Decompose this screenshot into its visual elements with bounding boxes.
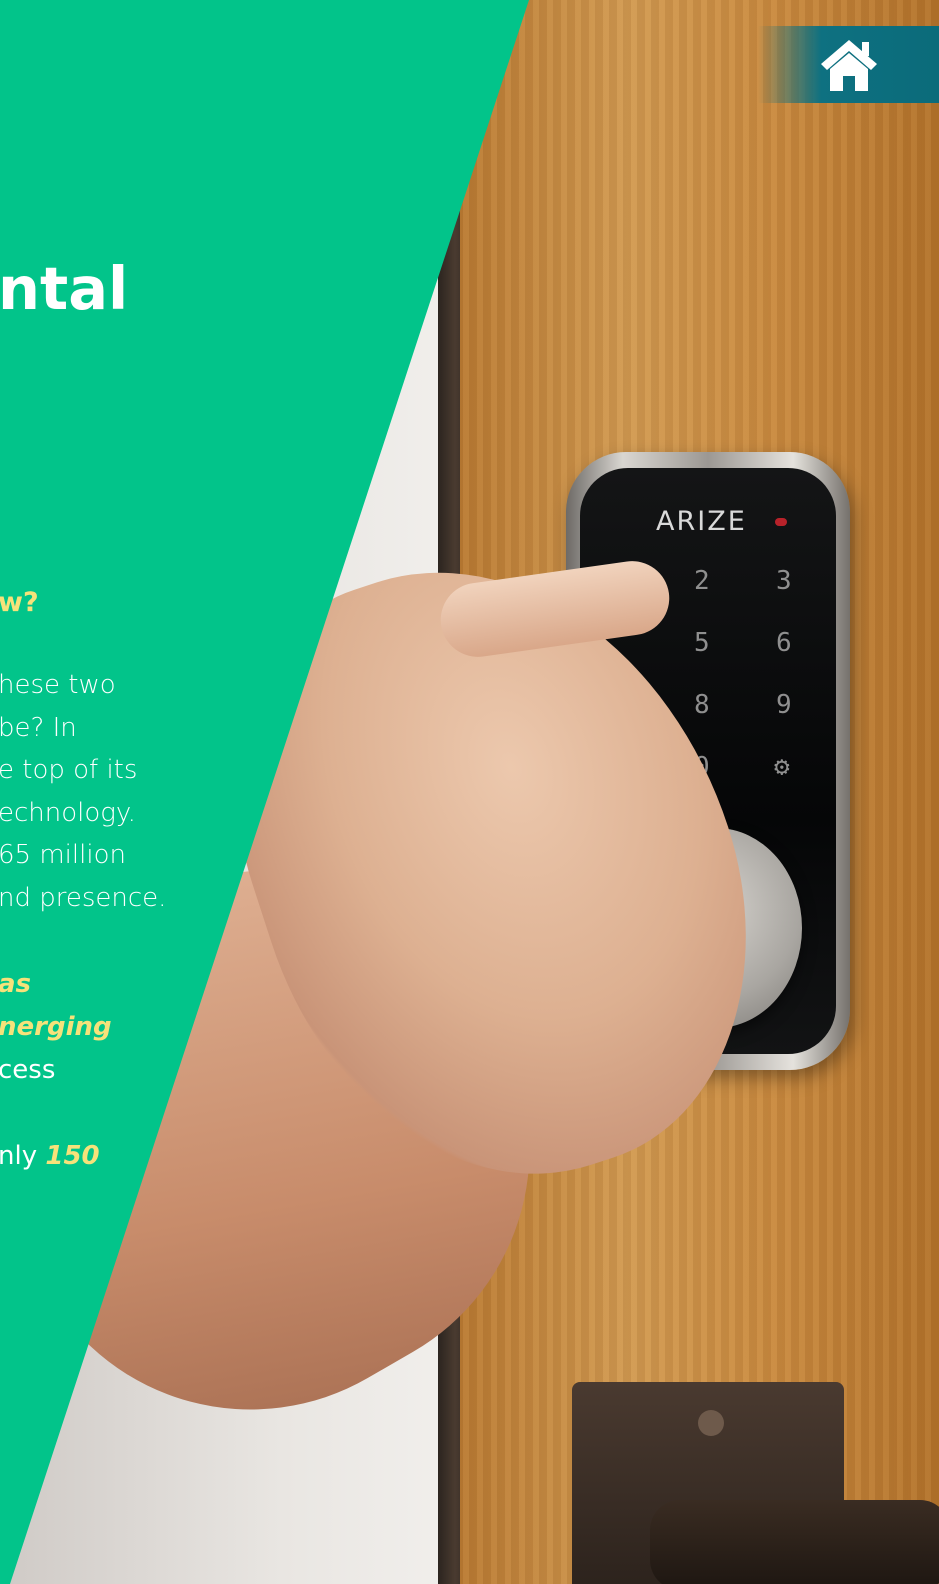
- door-lever: [650, 1500, 939, 1584]
- paragraph-line: e top of its: [0, 755, 138, 785]
- keypad-key: 9: [776, 690, 792, 720]
- home-button[interactable]: [758, 26, 939, 103]
- paragraph-line: nd presence.: [0, 882, 167, 913]
- paragraph-line: hese two: [0, 670, 116, 700]
- highlight-line: nly 150: [0, 1135, 112, 1178]
- highlight-plain: cess: [0, 1055, 56, 1085]
- highlight-line: nerging: [0, 1006, 112, 1049]
- highlight-line: [0, 1092, 112, 1135]
- highlight-plain: nly: [0, 1141, 46, 1171]
- home-icon: [821, 40, 877, 91]
- section-subheading: w?: [0, 587, 39, 618]
- paragraph-line: 65 million: [0, 840, 126, 870]
- highlight-emphasis: nerging: [0, 1012, 112, 1042]
- page-heading: ntal: [0, 254, 129, 323]
- body-paragraph: hese two be? In e top of its echnology. …: [0, 664, 166, 919]
- keypad-key: 3: [776, 566, 792, 596]
- highlight-line: cess: [0, 1049, 112, 1092]
- paragraph-line: echnology.: [0, 797, 136, 828]
- keypad-key: 6: [776, 628, 792, 658]
- keypad-status-led: [775, 518, 787, 526]
- settings-gear-icon: ⚙: [774, 752, 790, 782]
- highlight-line: as: [0, 963, 112, 1006]
- highlight-paragraph: as nerging cess nly 150: [0, 963, 112, 1178]
- highlight-emphasis: as: [0, 969, 32, 999]
- screw: [698, 1410, 724, 1436]
- keypad-brand: ARIZE: [656, 506, 747, 537]
- paragraph-line: be? In: [0, 712, 77, 743]
- keypad-key: 8: [694, 690, 710, 720]
- highlight-emphasis: 150: [45, 1141, 100, 1171]
- keypad-key: 5: [694, 628, 710, 658]
- keypad-key: 2: [694, 566, 710, 596]
